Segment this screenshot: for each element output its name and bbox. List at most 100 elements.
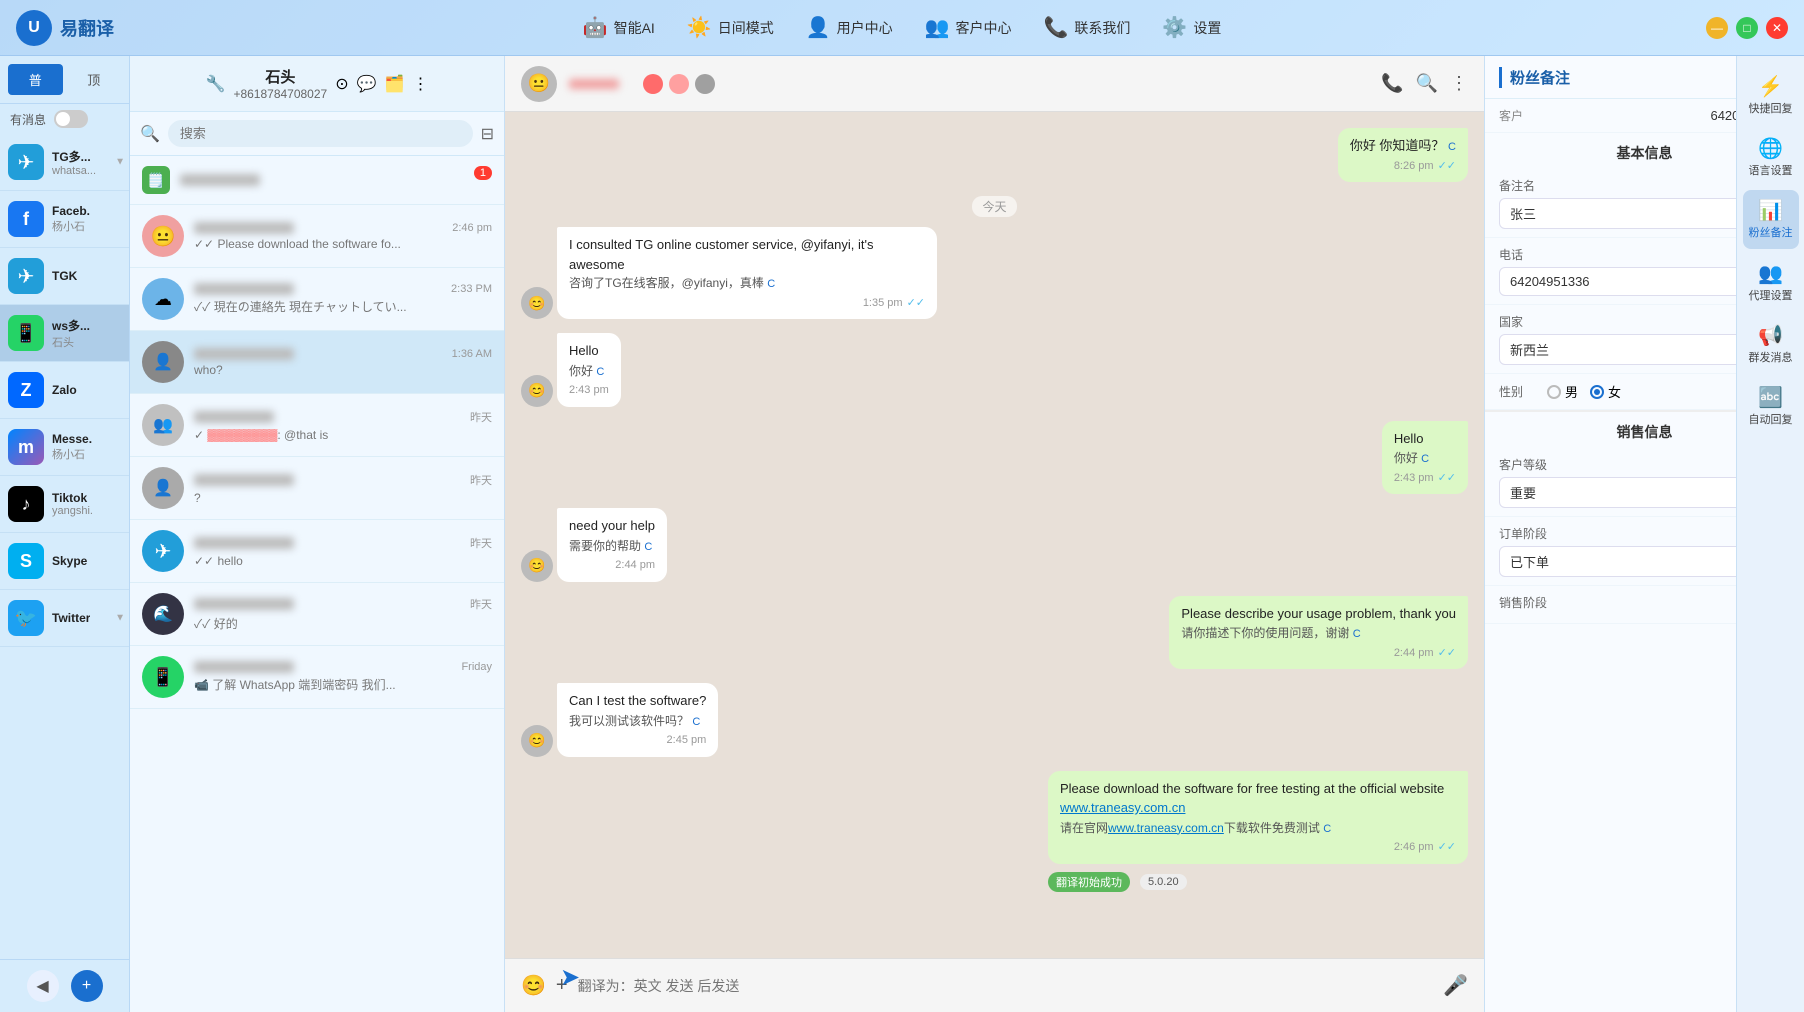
tab-ding[interactable]: 顶 bbox=[67, 64, 122, 95]
chat-icon[interactable]: 💬 bbox=[357, 74, 377, 94]
tab-pu[interactable]: 普 bbox=[8, 64, 63, 95]
chat-item-7[interactable]: 🌊 昨天 ✓✓ 好的 bbox=[130, 583, 504, 646]
chat-item-4[interactable]: 👥 昨天 ✓ ▓▓▓▓▓▓▓▓: @that is bbox=[130, 394, 504, 457]
sidebar-item-skype[interactable]: S Skype bbox=[0, 533, 129, 590]
search-chat-icon[interactable]: 🔍 bbox=[1416, 73, 1438, 94]
ai-button[interactable]: 🤖 智能AI bbox=[583, 15, 655, 40]
tiktok-sub: yangshi. bbox=[52, 505, 93, 517]
close-button[interactable]: ✕ bbox=[1766, 17, 1788, 39]
chat-badge-0: 1 bbox=[474, 166, 492, 180]
msg-text-4: need your help需要你的帮助 C bbox=[569, 516, 655, 555]
chat-input-bar: 😊 + ➤ 🎤 bbox=[505, 958, 1484, 1012]
tgk-name: TGK bbox=[52, 269, 77, 283]
chat-input[interactable] bbox=[578, 978, 1434, 994]
fb-info: Faceb. 杨小石 bbox=[52, 204, 90, 234]
fan-notes-tool[interactable]: 📊 粉丝备注 bbox=[1743, 190, 1799, 248]
sidebar-item-tiktok[interactable]: ♪ Tiktok yangshi. bbox=[0, 476, 129, 533]
bubble-3: Hello你好 C 2:43 pm ✓✓ bbox=[1382, 421, 1468, 495]
qr-icon[interactable]: ⊙ bbox=[335, 74, 348, 94]
topbar-center: 🤖 智能AI ☀️ 日间模式 👤 用户中心 👥 客户中心 📞 联系我们 ⚙️ 设… bbox=[583, 15, 1222, 40]
contact-name: 石头 bbox=[233, 66, 327, 87]
zalo-name: Zalo bbox=[52, 383, 77, 397]
sidebar-item-tg[interactable]: ✈ TG多... whatsa... ▼ bbox=[0, 134, 129, 191]
quick-reply-icon: ⚡ bbox=[1758, 74, 1783, 99]
sidebar-item-messenger[interactable]: m Messe. 杨小石 bbox=[0, 419, 129, 476]
sidebar-item-facebook[interactable]: f Faceb. 杨小石 bbox=[0, 191, 129, 248]
twitter-info: Twitter bbox=[52, 611, 90, 625]
add-account-button[interactable]: + bbox=[71, 970, 103, 1002]
translate-badges: 翻译初始成功 5.0.20 bbox=[1048, 868, 1468, 892]
sidebar-item-zalo[interactable]: Z Zalo bbox=[0, 362, 129, 419]
chat-item-1[interactable]: 😐 2:46 pm ✓✓ Please download the softwar… bbox=[130, 205, 504, 268]
sidebar-item-twitter[interactable]: 🐦 Twitter ▼ bbox=[0, 590, 129, 647]
chat-top-8: Friday bbox=[194, 661, 492, 673]
sidebar-item-tgk[interactable]: ✈ TGK bbox=[0, 248, 129, 305]
twitter-avatar: 🐦 bbox=[8, 600, 44, 636]
quick-reply-tool[interactable]: ⚡ 快捷回复 bbox=[1743, 66, 1799, 124]
chat-header-name bbox=[569, 79, 619, 89]
tiktok-avatar: ♪ bbox=[8, 486, 44, 522]
sidebar-item-whatsapp[interactable]: 📱 ws多... 石头 bbox=[0, 305, 129, 362]
tgk-info: TGK bbox=[52, 269, 77, 283]
settings-button[interactable]: ⚙️ 设置 bbox=[1162, 15, 1221, 40]
chat-top-1: 2:46 pm bbox=[194, 222, 492, 234]
send-arrow-icon[interactable]: ➤ bbox=[560, 963, 580, 992]
filter-icon[interactable]: ⊟ bbox=[481, 124, 494, 144]
gender-label: 性别 bbox=[1499, 383, 1523, 400]
chat-body-5: 昨天 ? bbox=[194, 472, 492, 505]
collapse-button[interactable]: ◀ bbox=[27, 970, 59, 1002]
add-icon[interactable]: 🗂️ bbox=[385, 74, 405, 94]
chat-top-5: 昨天 bbox=[194, 472, 492, 488]
wrench-icon[interactable]: 🔧 bbox=[206, 76, 226, 93]
chat-item-3[interactable]: 👤 1:36 AM who? bbox=[130, 331, 504, 394]
status-dot-2 bbox=[669, 74, 689, 94]
more-options-icon[interactable]: ⋮ bbox=[1450, 73, 1468, 94]
maximize-button[interactable]: □ bbox=[1736, 17, 1758, 39]
header-tools-right: ⊙ 💬 🗂️ ⋮ bbox=[335, 74, 428, 94]
msg-time-2: 2:43 pm bbox=[569, 382, 609, 399]
bubble-4: need your help需要你的帮助 C 2:44 pm bbox=[557, 508, 667, 582]
call-icon[interactable]: 📞 bbox=[1381, 73, 1403, 94]
agent-settings-tool[interactable]: 👥 代理设置 bbox=[1743, 253, 1799, 311]
agent-label: 代理设置 bbox=[1749, 290, 1793, 303]
customer-center-button[interactable]: 👥 客户中心 bbox=[925, 15, 1012, 40]
msg-tick-5: ✓✓ bbox=[1438, 645, 1456, 662]
twitter-name: Twitter bbox=[52, 611, 90, 625]
messenger-name: Messe. bbox=[52, 432, 92, 446]
new-chat-icon: 🗒️ bbox=[142, 166, 170, 194]
bubble-7: Please download the software for free te… bbox=[1048, 771, 1468, 864]
more-icon[interactable]: ⋮ bbox=[412, 74, 428, 94]
gender-male[interactable]: 男 bbox=[1547, 382, 1578, 401]
ai-icon: 🤖 bbox=[583, 15, 608, 40]
contact-button[interactable]: 📞 联系我们 bbox=[1044, 15, 1131, 40]
chat-avatar-1: 😐 bbox=[142, 215, 184, 257]
chat-item-8[interactable]: 📱 Friday 📹 了解 WhatsApp 端到端密码 我们... bbox=[130, 646, 504, 709]
translate-success-badge: 翻译初始成功 bbox=[1048, 872, 1130, 892]
user-center-button[interactable]: 👤 用户中心 bbox=[806, 15, 893, 40]
mass-message-tool[interactable]: 📢 群发消息 bbox=[1743, 315, 1799, 373]
minimize-button[interactable]: — bbox=[1706, 17, 1728, 39]
has-message-toggle[interactable] bbox=[54, 110, 88, 128]
chat-top-2: 2:33 PM bbox=[194, 283, 492, 295]
message-6: 😊 Can I test the software?我可以测试该软件吗？ C 2… bbox=[521, 683, 1468, 757]
website-link[interactable]: www.traneasy.com.cn bbox=[1060, 800, 1185, 815]
gender-female[interactable]: 女 bbox=[1590, 382, 1621, 401]
male-label: 男 bbox=[1565, 382, 1578, 401]
chat-item-6[interactable]: ✈ 昨天 ✓✓ hello bbox=[130, 520, 504, 583]
auto-reply-tool[interactable]: 🔤 自动回复 bbox=[1743, 377, 1799, 435]
mic-icon[interactable]: 🎤 bbox=[1443, 973, 1468, 998]
bubble-1: I consulted TG online customer service, … bbox=[557, 227, 937, 319]
chat-item-2[interactable]: ☁ 2:33 PM ✓✓ 現在の連絡先 現在チャットしてい... bbox=[130, 268, 504, 331]
chat-preview-8: 📹 了解 WhatsApp 端到端密码 我们... bbox=[194, 676, 492, 693]
mode-button[interactable]: ☀️ 日间模式 bbox=[687, 15, 774, 40]
chat-item-5[interactable]: 👤 昨天 ? bbox=[130, 457, 504, 520]
emoji-icon[interactable]: 😊 bbox=[521, 973, 546, 998]
search-input[interactable] bbox=[168, 120, 473, 147]
app-list: ✈ TG多... whatsa... ▼ f Faceb. 杨小石 ✈ TGK bbox=[0, 134, 129, 959]
order-stage-value: 已下单 bbox=[1510, 552, 1549, 571]
contact-phone: +8618784708027 bbox=[233, 87, 327, 101]
contact-label: 联系我们 bbox=[1074, 18, 1130, 38]
language-settings-tool[interactable]: 🌐 语言设置 bbox=[1743, 128, 1799, 186]
chat-item-0[interactable]: 🗒️ 1 bbox=[130, 156, 504, 205]
website-link-cn[interactable]: www.traneasy.com.cn bbox=[1108, 821, 1224, 835]
